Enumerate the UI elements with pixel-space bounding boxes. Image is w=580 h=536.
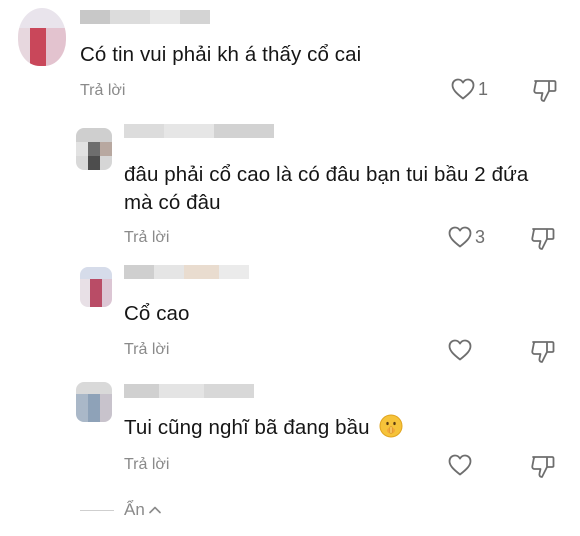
- comment-3: Cổ cao Trả lời: [0, 255, 580, 370]
- thumbs-down-outline-icon: [533, 80, 557, 102]
- comment-text-content: Tui cũng nghĩ bã đang bầu: [124, 416, 370, 439]
- like-button[interactable]: 1: [451, 78, 488, 100]
- divider-line: [80, 509, 114, 511]
- avatar[interactable]: [76, 128, 112, 170]
- dislike-button[interactable]: [532, 78, 558, 109]
- comment-1: Có tin vui phải kh á thấy cổ cai Trả lời…: [0, 0, 580, 110]
- dislike-button[interactable]: [530, 226, 556, 257]
- heart-outline-icon: [448, 454, 472, 476]
- username-blurred[interactable]: [124, 124, 274, 138]
- hide-label: Ẩn: [124, 500, 145, 519]
- username-blurred[interactable]: [124, 384, 254, 398]
- avatar[interactable]: [18, 8, 66, 66]
- reply-button[interactable]: Trả lời: [124, 229, 169, 247]
- thumbs-down-outline-icon: [531, 341, 555, 363]
- comment-text-line-1: đâu phải cổ cao là có đâu bạn tui bầu 2 …: [124, 163, 529, 186]
- dislike-button[interactable]: [530, 339, 556, 370]
- like-button[interactable]: 3: [448, 226, 485, 248]
- reply-button[interactable]: Trả lời: [124, 341, 169, 359]
- like-count: 1: [478, 78, 489, 99]
- comment-text: Có tin vui phải kh á thấy cổ cai: [80, 43, 362, 66]
- heart-outline-icon: [448, 226, 472, 248]
- like-button[interactable]: [448, 454, 475, 476]
- heart-outline-icon: [451, 78, 475, 100]
- reply-button[interactable]: Trả lời: [80, 82, 125, 100]
- thumbs-down-outline-icon: [531, 456, 555, 478]
- comment-text: Cổ cao: [124, 302, 190, 325]
- reply-button[interactable]: Trả lời: [124, 456, 169, 474]
- chevron-up-icon: [148, 506, 161, 514]
- shushing-face-emoji: [379, 414, 403, 438]
- username-blurred[interactable]: [124, 265, 249, 279]
- comment-4: Tui cũng nghĩ bã đang bầu Trả lời: [0, 370, 580, 485]
- comment-2: đâu phải cổ cao là có đâu bạn tui bầu 2 …: [0, 110, 580, 250]
- like-count: 3: [475, 226, 486, 247]
- hide-replies-button[interactable]: Ẩn: [80, 500, 162, 520]
- like-button[interactable]: [448, 339, 475, 361]
- comment-text: Tui cũng nghĩ bã đang bầu: [124, 413, 403, 443]
- avatar[interactable]: [80, 267, 112, 307]
- dislike-button[interactable]: [530, 454, 556, 485]
- username-blurred[interactable]: [80, 10, 210, 24]
- thumbs-down-outline-icon: [531, 228, 555, 250]
- avatar[interactable]: [76, 382, 112, 422]
- heart-outline-icon: [448, 339, 472, 361]
- comment-text-line-2: mà có đâu: [124, 191, 221, 214]
